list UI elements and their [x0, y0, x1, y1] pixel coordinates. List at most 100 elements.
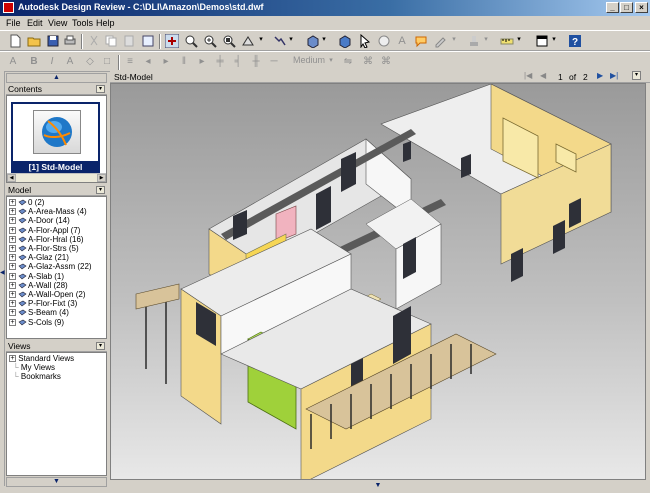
- italic-icon[interactable]: I: [46, 56, 58, 67]
- model-header[interactable]: Model ▾: [6, 185, 107, 196]
- model-canvas[interactable]: [110, 83, 646, 480]
- zoom-extents-icon[interactable]: [222, 34, 236, 48]
- fill-icon[interactable]: ◇: [84, 56, 96, 67]
- scroll-left-icon[interactable]: ◀: [7, 174, 16, 182]
- views-item-standard[interactable]: + Standard Views: [9, 354, 74, 363]
- expand-icon[interactable]: +: [9, 263, 16, 271]
- sheet-thumbnail[interactable]: [1] Std-Model: [11, 102, 100, 176]
- paste-icon[interactable]: [122, 34, 136, 48]
- distribute-icon[interactable]: ╫: [250, 56, 262, 67]
- model-layer-item[interactable]: + A-Slab (1): [9, 272, 64, 281]
- menu-file[interactable]: File: [6, 18, 21, 28]
- arrow-right-icon[interactable]: ▸: [196, 56, 208, 67]
- zoom-window-icon[interactable]: [184, 34, 198, 48]
- select-icon[interactable]: [141, 34, 155, 48]
- expand-icon[interactable]: +: [9, 208, 16, 216]
- minimize-button[interactable]: _: [606, 2, 619, 13]
- model-layer-item[interactable]: + A-Flor-Strs (5): [9, 244, 79, 253]
- model-layer-item[interactable]: + A-Area-Mass (4): [9, 207, 87, 216]
- model-layer-item[interactable]: + A-Flor-Appl (7): [9, 226, 80, 235]
- maximize-button[interactable]: □: [620, 2, 633, 13]
- arrow-end-icon[interactable]: ▸: [160, 56, 172, 67]
- expand-icon[interactable]: +: [9, 199, 16, 206]
- outline-icon[interactable]: □: [101, 56, 113, 67]
- help-icon[interactable]: ?: [568, 34, 582, 48]
- arrow-start-icon[interactable]: ◂: [142, 56, 154, 67]
- expand-icon[interactable]: +: [9, 235, 16, 243]
- chevron-down-icon[interactable]: ▾: [285, 35, 297, 43]
- close-button[interactable]: ×: [635, 2, 648, 13]
- collapse-down-button[interactable]: ▼: [6, 477, 107, 487]
- zoom-icon[interactable]: [203, 34, 217, 48]
- canvas-collapse-button[interactable]: ▼: [110, 481, 646, 491]
- left-collapse-strip[interactable]: ◀: [0, 71, 5, 486]
- model-layer-item[interactable]: + A-Glaz (21): [9, 253, 69, 262]
- first-page-icon[interactable]: |◀: [524, 71, 532, 80]
- expand-icon[interactable]: +: [9, 217, 16, 225]
- expand-icon[interactable]: +: [9, 318, 16, 326]
- expand-icon[interactable]: +: [9, 254, 16, 262]
- menu-tools[interactable]: Tools: [72, 18, 93, 28]
- measure-icon[interactable]: [500, 34, 514, 48]
- chevron-down-icon[interactable]: ▾: [255, 35, 267, 43]
- page-current[interactable]: 1: [558, 72, 563, 82]
- chevron-down-icon[interactable]: ▾: [96, 85, 105, 93]
- align-left-icon[interactable]: ≡: [124, 56, 136, 67]
- stamp-icon[interactable]: [467, 34, 481, 48]
- chevron-down-icon[interactable]: ▾: [96, 342, 105, 350]
- pen-icon[interactable]: [433, 34, 447, 48]
- model-layer-item[interactable]: + A-Flor-Hral (16): [9, 235, 84, 244]
- menu-view[interactable]: View: [48, 18, 67, 28]
- model-layer-item[interactable]: + S-Cols (9): [9, 318, 64, 327]
- chevron-down-icon[interactable]: ▾: [513, 35, 525, 43]
- pause-icon[interactable]: ‖: [178, 56, 190, 67]
- callout-icon[interactable]: [414, 34, 428, 48]
- save-icon[interactable]: [46, 34, 60, 48]
- print-icon[interactable]: [63, 34, 77, 48]
- new-icon[interactable]: [8, 34, 22, 48]
- chevron-down-icon[interactable]: ▾: [548, 35, 560, 43]
- cut-icon[interactable]: [87, 34, 101, 48]
- line-style-icon[interactable]: ─: [268, 56, 280, 67]
- fit-icon[interactable]: [241, 34, 255, 48]
- model-layer-item[interactable]: + S-Beam (4): [9, 308, 69, 317]
- section-icon[interactable]: [338, 34, 352, 48]
- chevron-down-icon[interactable]: ▾: [448, 35, 460, 43]
- expand-icon[interactable]: +: [9, 309, 16, 317]
- chevron-down-icon[interactable]: ▾: [325, 56, 337, 64]
- align-center-icon[interactable]: ╪: [214, 56, 226, 67]
- chevron-down-icon[interactable]: ▾: [632, 71, 641, 80]
- copy-icon[interactable]: [104, 34, 118, 48]
- expand-icon[interactable]: +: [9, 245, 16, 252]
- layer-tool-icon[interactable]: ⌘: [362, 56, 374, 67]
- expand-icon[interactable]: +: [9, 272, 16, 280]
- chevron-down-icon[interactable]: ▾: [480, 35, 492, 43]
- model-layer-item[interactable]: + A-Door (14): [9, 216, 70, 225]
- expand-icon[interactable]: +: [9, 281, 16, 289]
- views-item-bookmarks[interactable]: └ Bookmarks: [13, 372, 61, 381]
- expand-icon[interactable]: +: [9, 355, 16, 362]
- props-icon[interactable]: ⌘: [380, 56, 392, 67]
- contents-header[interactable]: Contents ▾: [6, 84, 107, 95]
- views-header[interactable]: Views ▾: [6, 341, 107, 352]
- next-page-icon[interactable]: ▶: [597, 71, 603, 80]
- bold-icon[interactable]: B: [28, 56, 40, 67]
- chevron-down-icon[interactable]: ▾: [96, 186, 105, 194]
- align-right-icon[interactable]: ╡: [232, 56, 244, 67]
- font-color-icon[interactable]: A: [64, 56, 76, 67]
- model-layer-item[interactable]: + A-Wall-Open (2): [9, 290, 86, 299]
- model-layer-item[interactable]: + A-Wall (28): [9, 281, 68, 290]
- model-layer-item[interactable]: + A-Glaz-Assm (22): [9, 262, 92, 271]
- model-layer-item[interactable]: +0 (2): [9, 198, 44, 207]
- views-item-my-views[interactable]: └ My Views: [13, 363, 55, 372]
- collapse-up-button[interactable]: ▲: [6, 73, 107, 83]
- expand-icon[interactable]: +: [9, 226, 16, 234]
- last-page-icon[interactable]: ▶|: [610, 71, 618, 80]
- menu-help[interactable]: Help: [96, 18, 115, 28]
- expand-icon[interactable]: +: [9, 291, 16, 298]
- pan-icon[interactable]: [377, 34, 391, 48]
- text-icon[interactable]: A: [396, 35, 408, 47]
- contents-scrollbar[interactable]: ◀ ▶: [7, 173, 106, 182]
- menu-edit[interactable]: Edit: [27, 18, 43, 28]
- open-icon[interactable]: [27, 34, 41, 48]
